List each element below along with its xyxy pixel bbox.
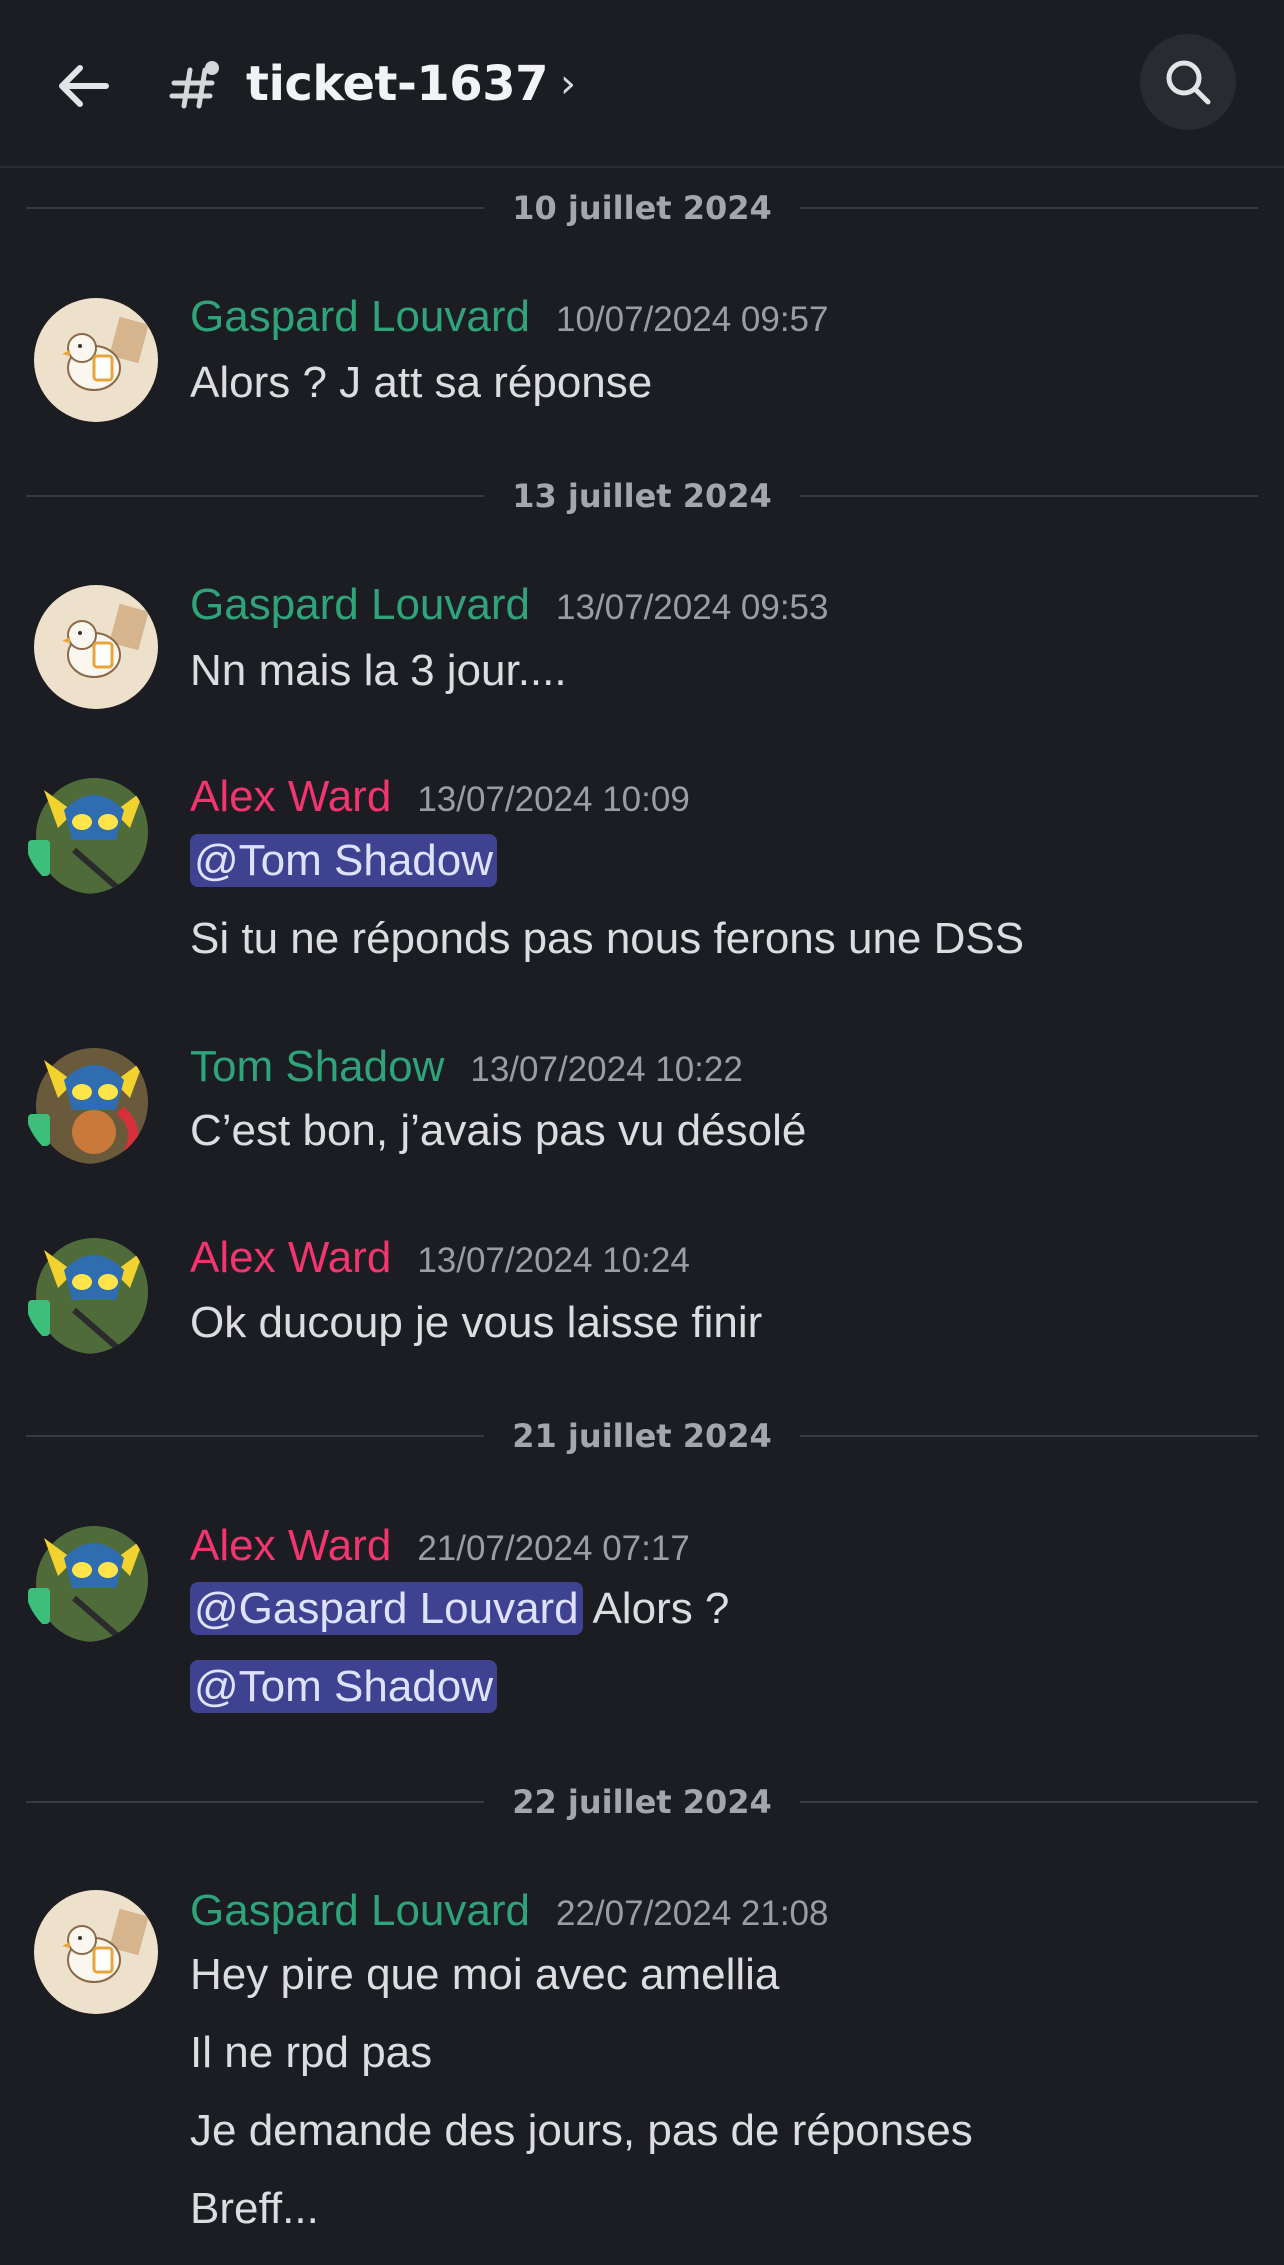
message-text: Hey pire que moi avec amellia (190, 1950, 780, 1999)
owl-avatar-icon (28, 1238, 148, 1354)
arrow-left-icon (59, 65, 109, 107)
avatar-alex-ward[interactable] (24, 1230, 148, 1354)
user-mention[interactable]: @Tom Shadow (190, 1660, 498, 1713)
avatar-gaspard-louvard[interactable] (34, 585, 158, 709)
channel-title[interactable]: ticket-1637 › (168, 48, 576, 120)
message-text: Je demande des jours, pas de réponses (190, 2106, 973, 2155)
channel-name: ticket-1637 (246, 56, 549, 112)
chevron-right-icon: › (560, 61, 576, 107)
author-name[interactable]: Gaspard Louvard (190, 1886, 530, 1936)
message-line: @Tom Shadow (190, 834, 498, 887)
date-separator: 10 juillet 2024 (26, 188, 1258, 228)
user-mention[interactable]: @Gaspard Louvard (190, 1582, 583, 1635)
message-text: Il ne rpd pas (190, 2028, 433, 2077)
message-header: Alex Ward 13/07/2024 10:09 (190, 772, 690, 822)
divider (799, 207, 1258, 209)
author-name[interactable]: Alex Ward (190, 1521, 391, 1571)
author-name[interactable]: Tom Shadow (190, 1042, 444, 1092)
message-header: Alex Ward 13/07/2024 10:24 (190, 1233, 690, 1283)
message-text: Alors ? J att sa réponse (190, 358, 653, 407)
back-button[interactable] (50, 52, 118, 120)
channel-header: ticket-1637 › (0, 0, 1284, 168)
timestamp: 21/07/2024 07:17 (417, 1529, 690, 1568)
timestamp: 10/07/2024 09:57 (556, 300, 829, 339)
search-icon (1166, 60, 1211, 105)
message-header: Alex Ward 21/07/2024 07:17 (190, 1521, 690, 1571)
message-text: Si tu ne réponds pas nous ferons une DSS (190, 914, 1025, 963)
avatar-tom-shadow[interactable] (24, 1040, 148, 1164)
message-header: Gaspard Louvard 13/07/2024 09:53 (190, 580, 828, 630)
owl-avatar-icon (28, 1048, 148, 1164)
duck-avatar-icon (34, 1890, 158, 2014)
date-separator: 13 juillet 2024 (26, 476, 1258, 516)
message-text: Ok ducoup je vous laisse finir (190, 1298, 763, 1347)
date-label: 13 juillet 2024 (512, 477, 772, 515)
date-label: 22 juillet 2024 (512, 1783, 772, 1821)
divider (26, 495, 485, 497)
date-label: 21 juillet 2024 (512, 1417, 772, 1455)
date-separator: 21 juillet 2024 (26, 1416, 1258, 1456)
search-button[interactable] (1140, 34, 1236, 130)
date-label: 10 juillet 2024 (512, 189, 772, 227)
message-text: Nn mais la 3 jour.... (190, 646, 567, 695)
message-text: C’est bon, j’avais pas vu désolé (190, 1106, 807, 1155)
message-header: Tom Shadow 13/07/2024 10:22 (190, 1042, 743, 1092)
message-line: @Tom Shadow (190, 1660, 498, 1713)
author-name[interactable]: Alex Ward (190, 772, 391, 822)
avatar-gaspard-louvard[interactable] (34, 1890, 158, 2014)
message-header: Gaspard Louvard 10/07/2024 09:57 (190, 292, 828, 342)
timestamp: 13/07/2024 09:53 (556, 588, 829, 627)
duck-avatar-icon (34, 585, 158, 709)
message-header: Gaspard Louvard 22/07/2024 21:08 (190, 1886, 828, 1936)
avatar-alex-ward[interactable] (24, 1518, 148, 1642)
divider (26, 1801, 485, 1803)
message-text: Alors ? (582, 1584, 730, 1633)
divider (26, 207, 485, 209)
timestamp: 13/07/2024 10:24 (417, 1241, 690, 1280)
author-name[interactable]: Gaspard Louvard (190, 580, 530, 630)
avatar-alex-ward[interactable] (24, 770, 148, 894)
timestamp: 13/07/2024 10:22 (470, 1050, 743, 1089)
message-text: Breff... (190, 2184, 319, 2233)
duck-avatar-icon (34, 298, 158, 422)
divider (799, 495, 1258, 497)
author-name[interactable]: Gaspard Louvard (190, 292, 530, 342)
timestamp: 13/07/2024 10:09 (417, 780, 690, 819)
avatar-gaspard-louvard[interactable] (34, 298, 158, 422)
thread-hash-icon (169, 61, 219, 109)
timestamp: 22/07/2024 21:08 (556, 1894, 829, 1933)
author-name[interactable]: Alex Ward (190, 1233, 391, 1283)
date-separator: 22 juillet 2024 (26, 1782, 1258, 1822)
message-line: @Gaspard Louvard Alors ? (190, 1582, 730, 1635)
owl-avatar-icon (28, 1526, 148, 1642)
owl-avatar-icon (28, 778, 148, 894)
user-mention[interactable]: @Tom Shadow (190, 834, 498, 887)
divider (26, 1435, 485, 1437)
divider (799, 1801, 1258, 1803)
divider (799, 1435, 1258, 1437)
